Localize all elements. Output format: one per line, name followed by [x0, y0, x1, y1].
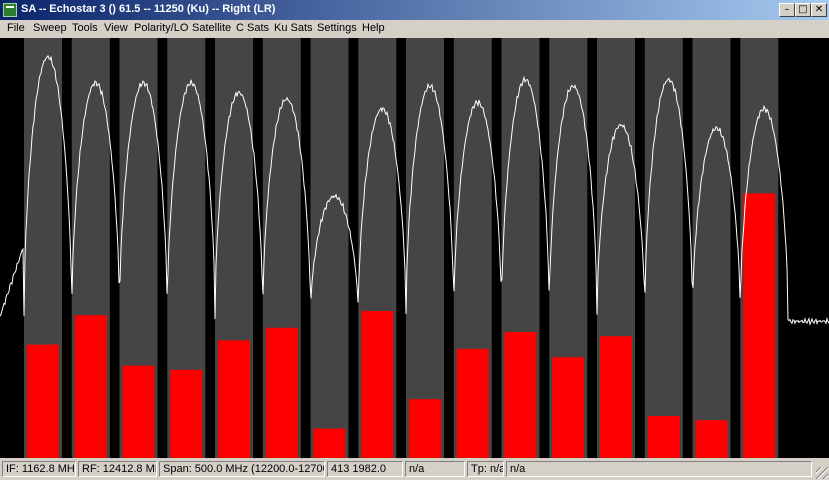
signal-bar[interactable] — [600, 336, 632, 458]
signal-bar[interactable] — [313, 428, 346, 458]
window-title: SA -- Echostar 3 () 61.5 -- 11250 (Ku) -… — [21, 3, 276, 15]
transponder-band — [406, 38, 444, 458]
status-transponder: Tp: n/a — [467, 461, 504, 477]
signal-bar[interactable] — [743, 193, 776, 458]
status-na-1: n/a — [405, 461, 465, 477]
menu-file[interactable]: File — [7, 22, 25, 34]
menu-satellite[interactable]: Satellite — [192, 22, 231, 34]
resize-grip[interactable] — [816, 467, 828, 479]
menu-c-sats[interactable]: C Sats — [236, 22, 269, 34]
menu-ku-sats[interactable]: Ku Sats — [274, 22, 313, 34]
maximize-button[interactable]: □ — [795, 3, 811, 17]
close-icon: ✕ — [814, 4, 824, 15]
menu-polarity-lo[interactable]: Polarity/LO — [134, 22, 188, 34]
menu-help[interactable]: Help — [362, 22, 385, 34]
status-rf: RF: 12412.8 MHz — [78, 461, 157, 477]
signal-bar[interactable] — [456, 348, 489, 458]
signal-bar[interactable] — [265, 327, 298, 458]
status-bar: IF: 1162.8 MHz RF: 12412.8 MHz Span: 500… — [0, 458, 829, 480]
app-icon[interactable] — [3, 3, 17, 17]
signal-bar[interactable] — [695, 420, 728, 458]
signal-bar[interactable] — [170, 369, 203, 458]
signal-bar[interactable] — [122, 365, 155, 458]
signal-bar[interactable] — [504, 332, 537, 458]
status-span: Span: 500.0 MHz (12200.0-12700.0) — [159, 461, 325, 477]
status-cursor: 413 1982.0 — [327, 461, 403, 477]
menu-sweep[interactable]: Sweep — [33, 22, 67, 34]
app-window: SA -- Echostar 3 () 61.5 -- 11250 (Ku) -… — [0, 0, 829, 480]
signal-bar[interactable] — [361, 311, 394, 458]
signal-bar[interactable] — [74, 315, 107, 458]
menu-view[interactable]: View — [104, 22, 128, 34]
spectrum-plot[interactable] — [0, 38, 829, 458]
menu-tools[interactable]: Tools — [72, 22, 98, 34]
spectrum-chart[interactable] — [0, 38, 829, 458]
signal-bar[interactable] — [409, 399, 441, 458]
signal-bar[interactable] — [647, 416, 680, 458]
status-na-2: n/a — [506, 461, 812, 477]
menu-bar: File Sweep Tools View Polarity/LO Satell… — [0, 20, 829, 39]
signal-bar[interactable] — [218, 340, 250, 458]
maximize-icon: □ — [798, 4, 808, 15]
signal-bar[interactable] — [27, 344, 59, 458]
status-if: IF: 1162.8 MHz — [2, 461, 76, 477]
minimize-button[interactable]: – — [779, 3, 795, 17]
signal-bar[interactable] — [552, 357, 585, 458]
title-bar[interactable]: SA -- Echostar 3 () 61.5 -- 11250 (Ku) -… — [0, 0, 829, 20]
minimize-icon: – — [784, 4, 790, 15]
menu-settings[interactable]: Settings — [317, 22, 357, 34]
close-button[interactable]: ✕ — [811, 3, 827, 17]
transponder-band — [692, 38, 731, 458]
